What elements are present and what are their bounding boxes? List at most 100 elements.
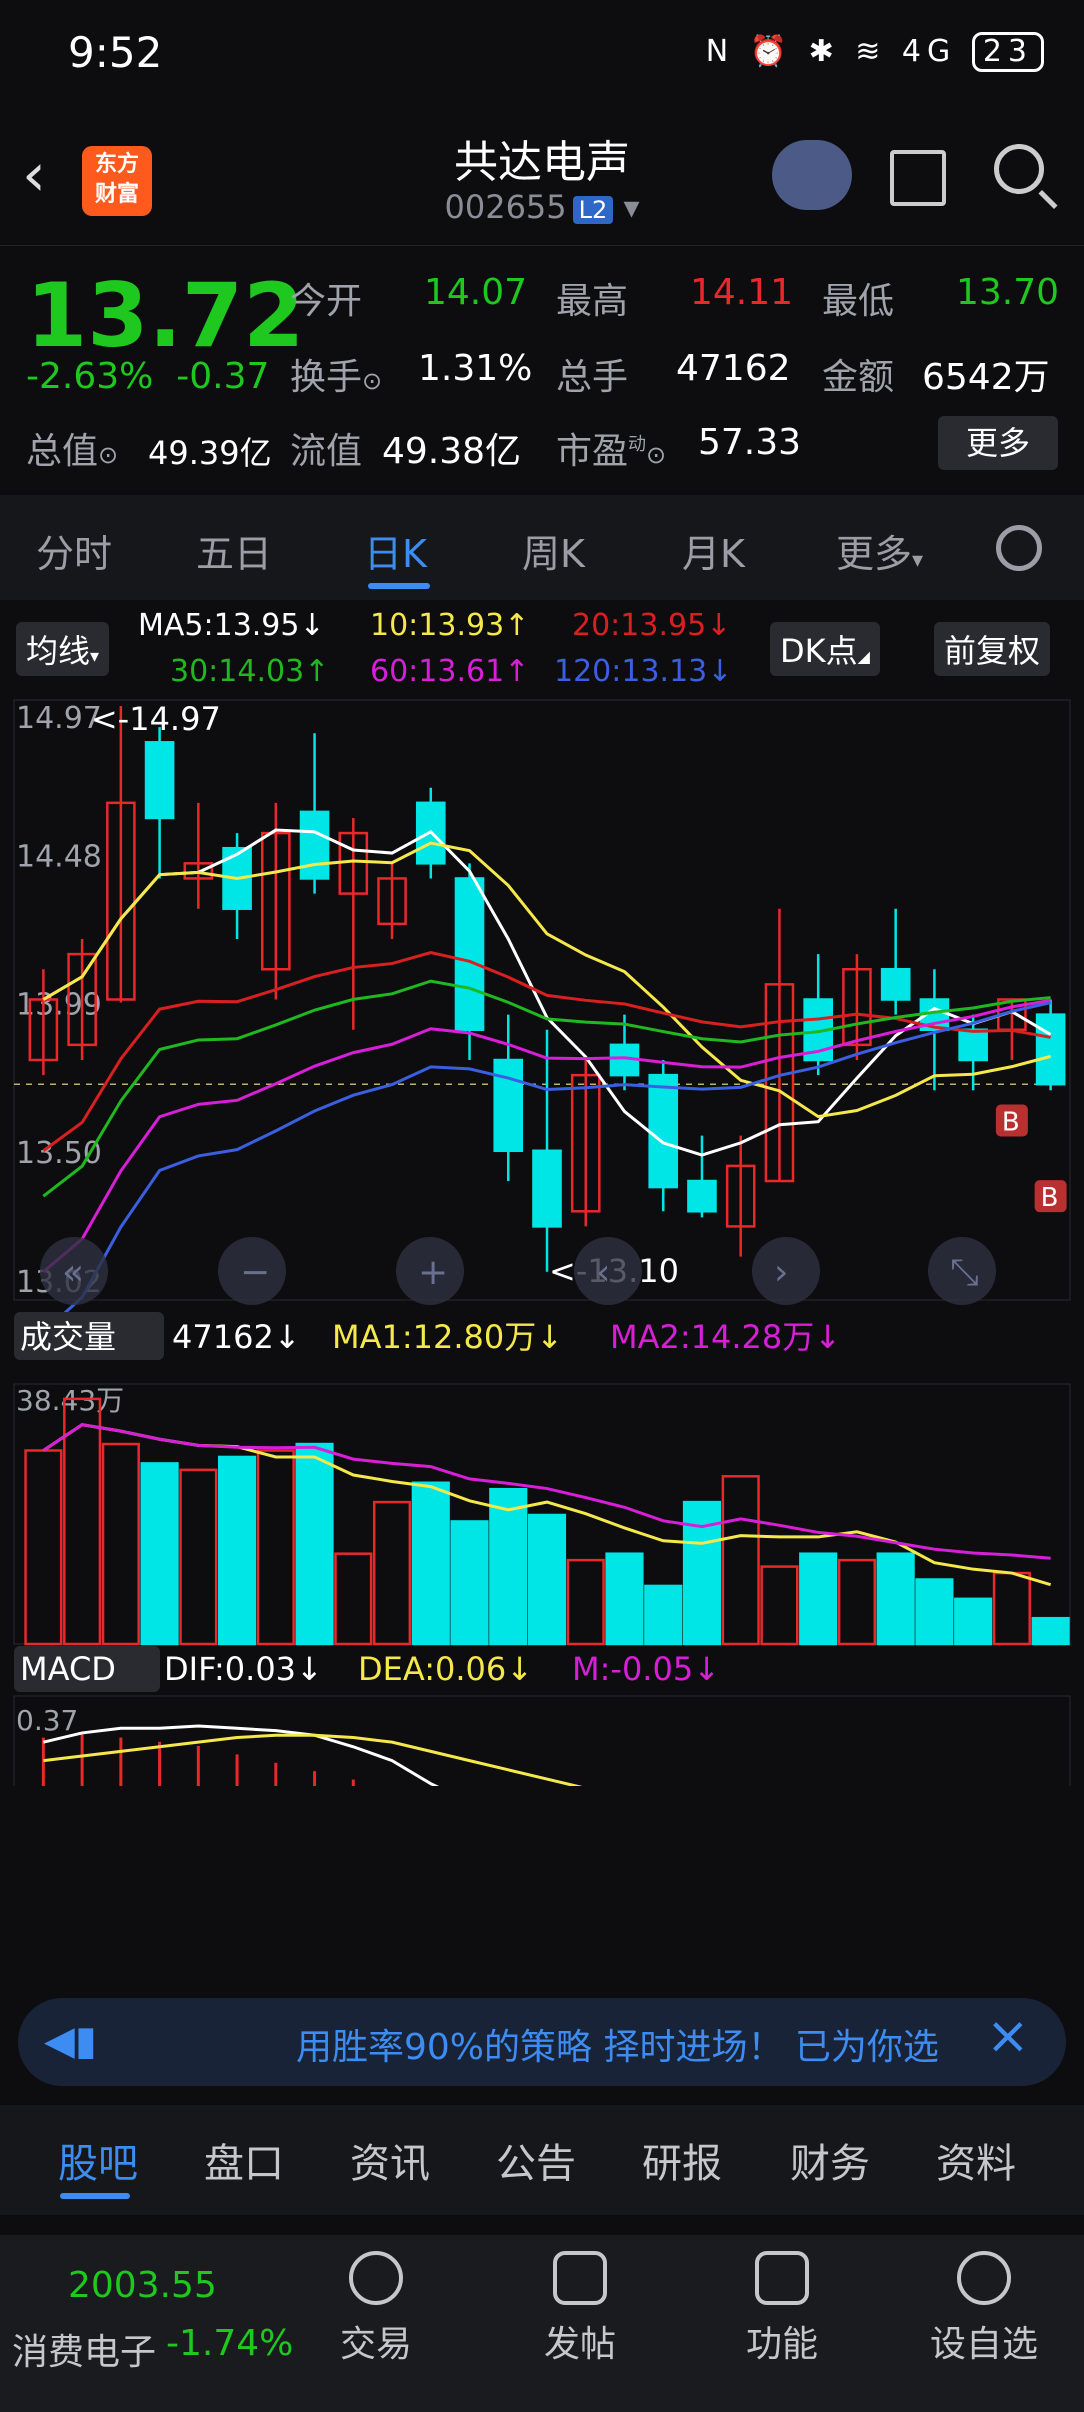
volume-value: 47162↓ (172, 1318, 301, 1356)
volume-bar (411, 1481, 450, 1646)
change-pct: -2.63% (26, 356, 154, 397)
volume-bar (527, 1513, 567, 1646)
gear-icon[interactable] (996, 525, 1042, 571)
post-button[interactable]: 发帖 (500, 2251, 660, 2367)
volume-bar (876, 1552, 915, 1646)
chart-control-icon: ‹ (596, 1252, 610, 1293)
low-label: 最低 (822, 281, 895, 322)
tab-weekly-k[interactable]: 周K (522, 523, 585, 578)
float-label: 流值 (290, 431, 363, 472)
yen-icon (349, 2251, 403, 2305)
ai-assistant-icon[interactable] (772, 140, 852, 210)
volume-bar (24, 1449, 63, 1646)
pe-sup: 动 (628, 434, 647, 455)
macd-dif: DIF:0.03↓ (164, 1650, 323, 1688)
share-icon[interactable] (890, 150, 946, 206)
last-price: 13.72 (26, 264, 305, 367)
chart-control-icon: + (418, 1252, 448, 1293)
tab-announcements[interactable]: 公告 (496, 2131, 576, 2189)
search-icon[interactable] (994, 144, 1044, 194)
ma-selector-button[interactable]: 均线▾ (16, 622, 110, 676)
battery-icon: 23 (971, 32, 1044, 72)
candle-body (1035, 1013, 1066, 1086)
volume-bar (334, 1552, 373, 1646)
open-value: 14.07 (424, 272, 528, 313)
status-time: 9:52 (68, 28, 163, 77)
tab-more[interactable]: 更多▾ (836, 523, 923, 578)
dk-point-button[interactable]: DK点◢ (770, 622, 880, 676)
tab-orderbook[interactable]: 盘口 (204, 2131, 284, 2189)
volume-bar (799, 1552, 838, 1646)
ma20-value: 20:13.95↓ (572, 608, 732, 643)
tab-five-day[interactable]: 五日 (196, 523, 272, 578)
volume-bar (101, 1442, 140, 1646)
index-value[interactable]: 2003.55 (68, 2265, 217, 2306)
grid-icon (755, 2251, 809, 2305)
level2-badge: L2 (572, 196, 614, 224)
chart-control-icon: − (240, 1252, 270, 1293)
volume-bar (1031, 1616, 1070, 1646)
active-content-tab-indicator (60, 2193, 130, 2199)
low-value: 13.70 (956, 272, 1060, 313)
macd-dea: DEA:0.06↓ (358, 1650, 533, 1688)
volume-bar (218, 1455, 257, 1646)
tab-news[interactable]: 资讯 (350, 2131, 430, 2189)
buy-marker-label: B (1002, 1108, 1020, 1138)
volume-bar (992, 1571, 1031, 1646)
volume-bar (256, 1449, 295, 1646)
status-icons: N ⏰ ✱ ≋ 4G 23 (706, 32, 1044, 72)
ma-selector-label: 均线 (26, 632, 91, 670)
tab-research[interactable]: 研报 (642, 2131, 722, 2189)
status-icons-text: N ⏰ ✱ ≋ 4G (705, 34, 957, 69)
price-change: -2.63% -0.37 (26, 356, 269, 397)
amount-label: 金额 (822, 357, 895, 398)
edit-icon (553, 2251, 607, 2305)
volume-bar (450, 1520, 489, 1646)
macd-top-label: 0.37 (16, 1704, 78, 1737)
content-tabs: 股吧 盘口 资讯 公告 研报 财务 资料 (0, 2105, 1084, 2215)
tab-intraday[interactable]: 分时 (36, 523, 112, 578)
tab-financials[interactable]: 财务 (790, 2131, 870, 2189)
volume-bar (721, 1475, 760, 1646)
volume-value: 47162 (676, 348, 791, 389)
trade-button[interactable]: 交易 (296, 2251, 456, 2367)
bottom-toolbar: 2003.55 消费电子 -1.74% 交易 发帖 功能 设自选 (0, 2235, 1084, 2412)
info-icon: ⊙ (646, 441, 667, 469)
candle-body (958, 1028, 988, 1062)
candle-body (454, 877, 485, 1031)
index-name[interactable]: 消费电子 (12, 2323, 156, 2375)
promo-banner[interactable]: ◀▮ 用胜率90%的策略 择时进场！ 已为你选 × (18, 1998, 1066, 2086)
more-quote-button[interactable]: 更多 (938, 416, 1058, 470)
tab-more-label: 更多 (836, 532, 913, 576)
tab-forum[interactable]: 股吧 (58, 2131, 138, 2189)
dk-label: DK点 (780, 632, 858, 670)
chevron-down-icon: ▾ (912, 548, 924, 573)
candle-body (493, 1058, 524, 1153)
float-value: 49.38亿 (382, 431, 522, 472)
tab-profile[interactable]: 资料 (936, 2131, 1016, 2189)
stock-header: ‹ 东方 财富 共达电声 002655 L2 ▾ (0, 110, 1084, 245)
tab-monthly-k[interactable]: 月K (682, 523, 745, 578)
adjust-button[interactable]: 前复权 (934, 622, 1051, 676)
close-icon[interactable]: × (986, 2006, 1030, 2066)
tab-daily-k[interactable]: 日K (364, 523, 427, 578)
trade-label: 交易 (339, 2324, 412, 2365)
ma120-value: 120:13.13↓ (554, 654, 733, 689)
turnover-value: 1.31% (418, 348, 533, 389)
candle-body (532, 1149, 562, 1228)
buy-marker-label: B (1041, 1183, 1059, 1213)
turnover-label-text: 换手 (290, 357, 363, 398)
open-label: 今开 (290, 281, 363, 322)
post-label: 发帖 (543, 2324, 616, 2365)
add-watchlist-label: 设自选 (929, 2324, 1038, 2365)
candle-body (880, 967, 911, 1001)
mktcap-label: 总值⊙ (26, 422, 118, 474)
ma60-value: 60:13.61↑ (370, 654, 530, 689)
functions-button[interactable]: 功能 (702, 2251, 862, 2367)
candle-body (299, 810, 330, 880)
add-watchlist-button[interactable]: 设自选 (904, 2251, 1064, 2367)
kline-chart[interactable]: 14.9714.4813.9913.5013.02<-14.97<-13.10B… (0, 696, 1084, 1786)
ma30-value: 30:14.03↑ (170, 654, 330, 689)
quote-panel: 13.72 -2.63% -0.37 今开 14.07 最高 14.11 最低 … (0, 245, 1084, 496)
functions-label: 功能 (745, 2324, 818, 2365)
